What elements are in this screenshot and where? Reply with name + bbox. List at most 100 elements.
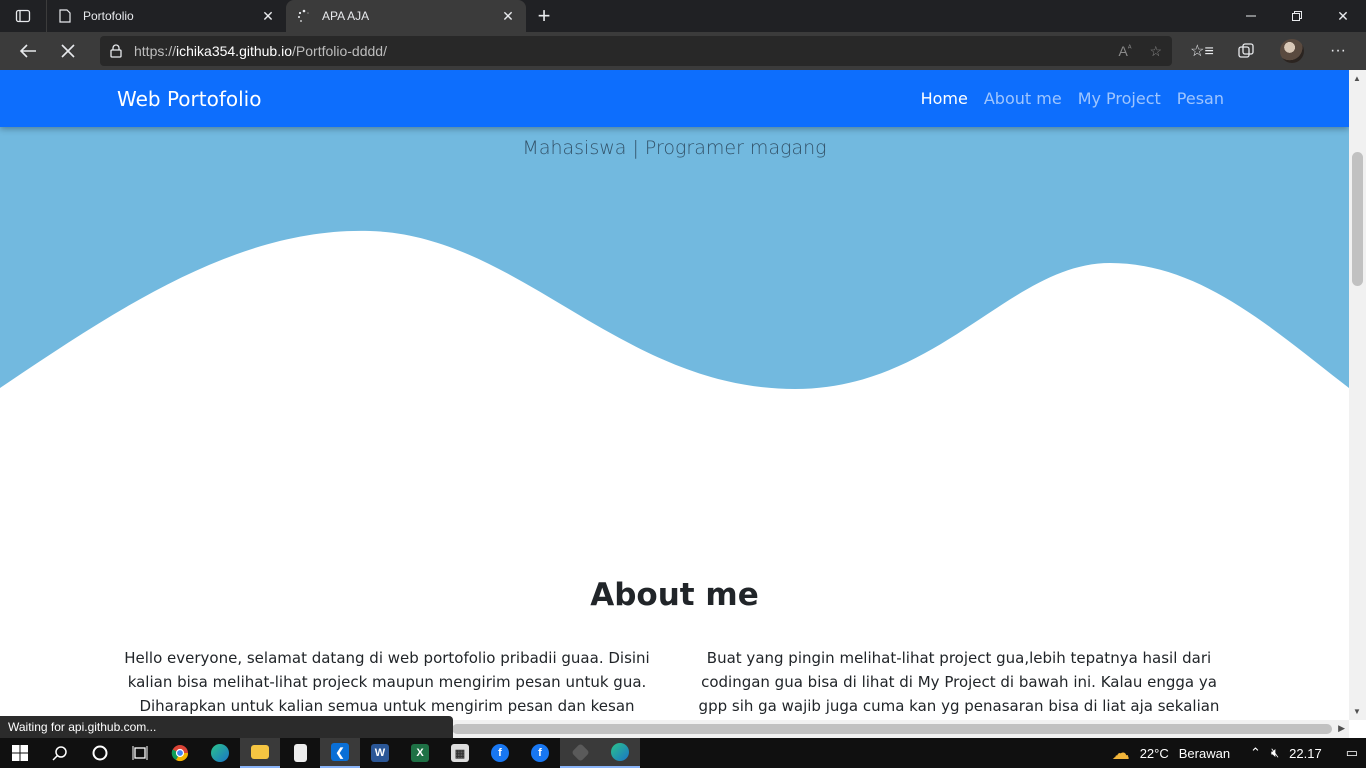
edge-icon	[611, 743, 629, 761]
excel-icon: X	[411, 744, 429, 762]
url-path: /Portfolio-dddd/	[292, 43, 387, 59]
search-button[interactable]	[40, 738, 80, 768]
nav-my-project[interactable]: My Project	[1078, 89, 1161, 108]
new-tab-button[interactable]: +	[526, 0, 562, 32]
git-taskbar-item[interactable]	[560, 738, 600, 768]
site-brand[interactable]: Web Portofolio	[117, 87, 261, 111]
weather-icon[interactable]: ☁	[1112, 743, 1130, 764]
task-view-icon	[132, 746, 148, 760]
windows-taskbar: ❮ W X ▦ f f ☁ 22°C Berawan ⌃ 🔇︎ 22.17 ▭	[0, 738, 1366, 768]
file-explorer-taskbar-item[interactable]	[240, 738, 280, 768]
facebook-icon: f	[491, 744, 509, 762]
arrow-left-icon	[19, 44, 36, 58]
word-taskbar-item[interactable]: W	[360, 738, 400, 768]
lock-icon	[110, 44, 122, 58]
tab-title: Portofolio	[83, 9, 134, 23]
minimize-icon	[1246, 15, 1256, 17]
page-icon	[57, 8, 73, 24]
git-icon	[570, 742, 590, 762]
avatar	[1280, 39, 1304, 63]
url-text: https://ichika354.github.io/Portfolio-dd…	[134, 43, 1118, 59]
hero-wave	[0, 230, 1349, 389]
scroll-down-icon[interactable]: ▼	[1353, 707, 1361, 716]
cortana-button[interactable]	[80, 738, 120, 768]
profile-button[interactable]	[1268, 32, 1316, 70]
browser-toolbar: https://ichika354.github.io/Portfolio-dd…	[0, 32, 1366, 70]
read-aloud-icon[interactable]: Aᴬ	[1118, 43, 1131, 60]
nav-home[interactable]: Home	[921, 89, 968, 108]
chevron-up-icon[interactable]: ⌃	[1250, 745, 1261, 761]
close-icon[interactable]: ✕	[500, 8, 516, 24]
about-heading: About me	[590, 577, 759, 613]
calculator-taskbar-item[interactable]: ▦	[440, 738, 480, 768]
restore-button[interactable]	[1274, 0, 1320, 32]
nav-pesan[interactable]: Pesan	[1177, 89, 1224, 108]
folder-icon	[251, 745, 269, 759]
restore-icon	[1292, 11, 1302, 21]
vscode-icon: ❮	[331, 743, 349, 761]
scroll-right-icon[interactable]: ▶	[1338, 723, 1345, 734]
cortana-icon	[92, 745, 108, 761]
notification-icon[interactable]: ▭	[1346, 745, 1358, 761]
start-button[interactable]	[0, 738, 40, 768]
weather-temperature[interactable]: 22°C	[1140, 746, 1169, 761]
edge-active-taskbar-item[interactable]	[600, 738, 640, 768]
add-favorite-icon[interactable]: ☆	[1149, 43, 1162, 60]
more-icon: ···	[1330, 42, 1346, 59]
about-right-paragraph: Buat yang pingin melihat-lihat project g…	[698, 649, 1220, 715]
favorites-button[interactable]: ☆≡	[1180, 32, 1224, 70]
windows-logo-icon	[12, 745, 28, 761]
vertical-scrollbar[interactable]: ▲ ▼	[1349, 70, 1366, 720]
chrome-icon	[171, 745, 189, 762]
collections-button[interactable]	[1224, 32, 1268, 70]
tab-portofolio[interactable]: Portofolio ✕	[46, 0, 286, 32]
calculator-icon: ▦	[451, 744, 469, 762]
site-navbar: Web Portofolio Home About me My Project …	[0, 70, 1349, 127]
scroll-up-icon[interactable]: ▲	[1353, 74, 1361, 83]
word-icon: W	[371, 744, 389, 762]
excel-taskbar-item[interactable]: X	[400, 738, 440, 768]
clock[interactable]: 22.17	[1289, 746, 1322, 761]
close-icon[interactable]: ✕	[260, 8, 276, 24]
speaker-mute-icon[interactable]: 🔇︎	[1271, 745, 1279, 761]
system-tray: ☁ 22°C Berawan ⌃ 🔇︎ 22.17 ▭	[1112, 743, 1366, 764]
vscode-taskbar-item[interactable]: ❮	[320, 738, 360, 768]
tab-strip: Portofolio ✕ APA AJA ✕ + ✕	[0, 0, 1366, 32]
scroll-thumb[interactable]	[452, 724, 1332, 734]
tab-title: APA AJA	[322, 9, 370, 23]
minimize-button[interactable]	[1228, 0, 1274, 32]
facebook-taskbar-item[interactable]: f	[480, 738, 520, 768]
document-taskbar-item[interactable]	[280, 738, 320, 768]
site-nav: Home About me My Project Pesan	[921, 89, 1224, 108]
collections-icon	[1238, 43, 1254, 58]
document-icon	[293, 744, 307, 762]
tab-actions-icon	[15, 9, 31, 23]
scroll-thumb[interactable]	[1352, 152, 1363, 286]
status-bar: Waiting for api.github.com...	[0, 716, 453, 738]
weather-condition[interactable]: Berawan	[1179, 746, 1230, 761]
url-host: ichika354.github.io	[176, 43, 293, 59]
tab-actions-button[interactable]	[0, 0, 46, 32]
nav-about-me[interactable]: About me	[984, 89, 1062, 108]
favorites-icon: ☆≡	[1190, 43, 1214, 60]
about-left-paragraph: Hello everyone, selamat datang di web po…	[124, 649, 650, 715]
facebook-taskbar-item-2[interactable]: f	[520, 738, 560, 768]
stop-loading-button[interactable]	[48, 32, 88, 70]
chrome-taskbar-item[interactable]	[160, 738, 200, 768]
close-icon: ✕	[1337, 7, 1349, 24]
back-button[interactable]	[8, 32, 48, 70]
close-window-button[interactable]: ✕	[1320, 0, 1366, 32]
edge-icon	[211, 744, 229, 762]
plus-icon: +	[537, 3, 551, 28]
loading-spinner-icon	[296, 8, 312, 24]
window-controls: ✕	[1228, 0, 1366, 32]
url-scheme: https://	[134, 43, 177, 59]
tab-apa-aja[interactable]: APA AJA ✕	[286, 0, 526, 32]
facebook-icon: f	[531, 744, 549, 762]
edge-taskbar-item[interactable]	[200, 738, 240, 768]
task-view-button[interactable]	[120, 738, 160, 768]
address-bar[interactable]: https://ichika354.github.io/Portfolio-dd…	[100, 36, 1172, 66]
settings-more-button[interactable]: ···	[1316, 32, 1360, 70]
search-icon	[52, 746, 67, 761]
stop-icon	[61, 44, 75, 58]
